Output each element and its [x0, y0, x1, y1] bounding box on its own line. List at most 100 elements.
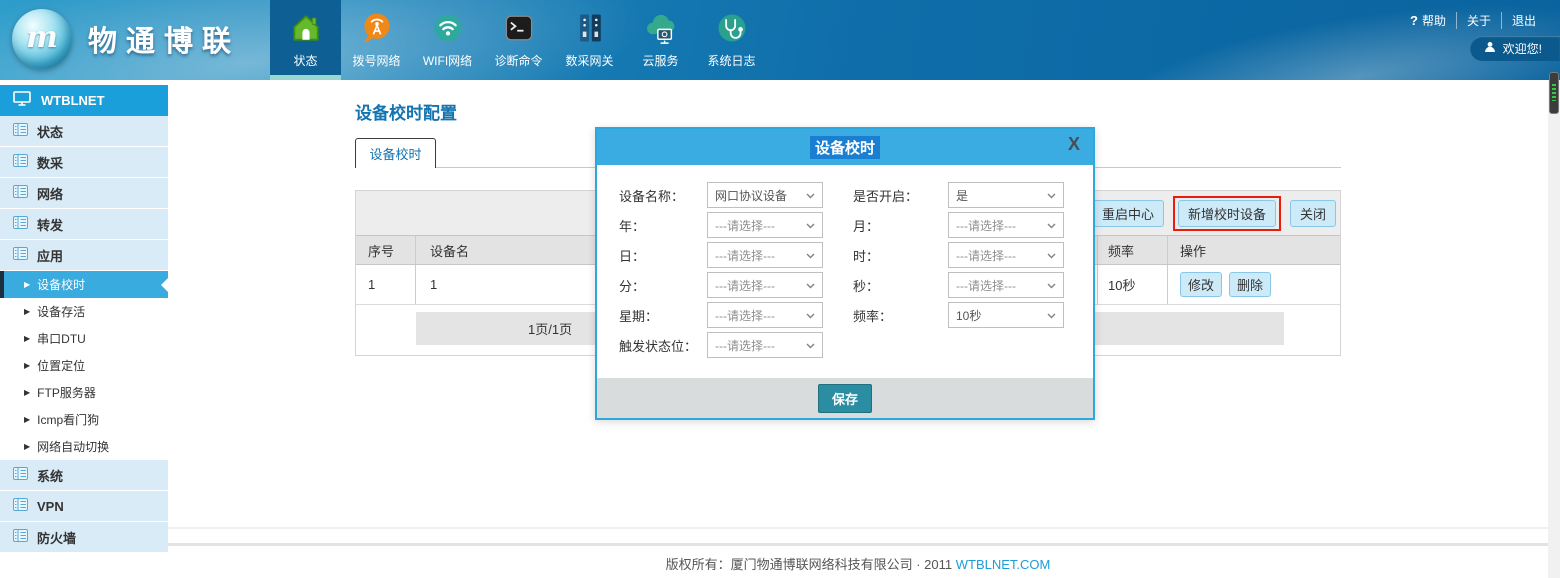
- sidebar-item-data-collection[interactable]: 数采: [0, 147, 168, 178]
- scrollbar-thumb[interactable]: [1549, 72, 1559, 114]
- restart-center-button[interactable]: 重启中心: [1092, 200, 1164, 227]
- sidebar-item-firewall[interactable]: 防火墙: [0, 522, 168, 553]
- nav-item-system-log[interactable]: 系统日志: [696, 0, 767, 80]
- gateway-icon: [570, 8, 610, 48]
- triangle-marker-icon: ▶: [24, 388, 30, 397]
- day-select[interactable]: ---请选择---: [707, 242, 823, 268]
- sidebar-item-system[interactable]: 系统: [0, 460, 168, 491]
- wifi-icon: [428, 8, 468, 48]
- nav-label: 拨号网络: [352, 52, 400, 69]
- select-value: ---请选择---: [956, 277, 1016, 294]
- list-icon: [13, 247, 28, 263]
- list-icon: [13, 123, 28, 139]
- sidebar-sub-label: FTP服务器: [37, 384, 96, 401]
- nav-item-diagnostic-command[interactable]: 诊断命令: [483, 0, 554, 80]
- close-panel-button[interactable]: 关闭: [1290, 200, 1336, 227]
- help-link[interactable]: ? 帮助: [1400, 12, 1456, 29]
- chevron-down-icon: [806, 338, 815, 352]
- scrollbar-thumb-stripes: [1552, 84, 1556, 101]
- user-icon: [1484, 41, 1496, 56]
- sidebar-item-serial-dtu[interactable]: ▶ 串口DTU: [0, 325, 168, 352]
- welcome-badge[interactable]: 欢迎您!: [1470, 36, 1560, 61]
- year-select[interactable]: ---请选择---: [707, 212, 823, 238]
- dial-network-icon: [357, 8, 397, 48]
- enable-label: 是否开启：: [823, 186, 948, 205]
- triangle-marker-icon: ▶: [24, 415, 30, 424]
- nav-item-wifi-network[interactable]: WIFI网络: [412, 0, 483, 80]
- nav-label: 状态: [293, 52, 317, 69]
- modify-button[interactable]: 修改: [1180, 272, 1222, 297]
- dialog-header[interactable]: 设备校时 X: [597, 129, 1093, 165]
- sidebar-item-label: 状态: [37, 122, 63, 141]
- monitor-icon: [13, 91, 31, 110]
- copyright-text: 版权所有：厦门物通博联网络科技有限公司 · 2011: [666, 557, 953, 572]
- hour-select[interactable]: ---请选择---: [948, 242, 1064, 268]
- sidebar-item-status[interactable]: 状态: [0, 116, 168, 147]
- nav-item-cloud-service[interactable]: 云服务: [625, 0, 696, 80]
- about-link[interactable]: 关于: [1456, 12, 1501, 29]
- nav-item-dial-network[interactable]: 拨号网络: [341, 0, 412, 80]
- enable-select[interactable]: 是: [948, 182, 1064, 208]
- chevron-down-icon: [806, 308, 815, 322]
- triangle-marker-icon: ▶: [24, 280, 30, 289]
- select-value: 网口协议设备: [715, 187, 787, 204]
- top-nav: 状态 拨号网络: [270, 0, 767, 80]
- sidebar-item-label: 系统: [37, 466, 63, 485]
- col-header-index: 序号: [356, 236, 416, 264]
- list-icon: [13, 216, 28, 232]
- sidebar-item-icmp-watchdog[interactable]: ▶ Icmp看门狗: [0, 406, 168, 433]
- delete-button[interactable]: 删除: [1229, 272, 1271, 297]
- scrollbar-track[interactable]: [1548, 80, 1560, 578]
- sidebar-item-network[interactable]: 网络: [0, 178, 168, 209]
- nav-item-data-gateway[interactable]: 数采网关: [554, 0, 625, 80]
- chevron-down-icon: [806, 278, 815, 292]
- sidebar-item-device-alive[interactable]: ▶ 设备存活: [0, 298, 168, 325]
- select-value: ---请选择---: [715, 307, 775, 324]
- cloud-icon: [641, 8, 681, 48]
- select-value: ---请选择---: [956, 247, 1016, 264]
- sidebar-item-label: 应用: [37, 246, 63, 265]
- sidebar-sub-label: Icmp看门狗: [37, 411, 99, 428]
- sidebar-item-forwarding[interactable]: 转发: [0, 209, 168, 240]
- sidebar-item-location[interactable]: ▶ 位置定位: [0, 352, 168, 379]
- tab-device-timing[interactable]: 设备校时: [355, 138, 436, 168]
- cell-action: 修改 删除: [1168, 265, 1340, 304]
- select-value: 是: [956, 187, 968, 204]
- footer-link[interactable]: WTBLNET.COM: [956, 557, 1051, 572]
- frequency-select[interactable]: 10秒: [948, 302, 1064, 328]
- sidebar-title: WTBLNET: [41, 93, 105, 108]
- sidebar-item-device-timing[interactable]: ▶ 设备校时: [0, 271, 168, 298]
- minute-select[interactable]: ---请选择---: [707, 272, 823, 298]
- trigger-status-select[interactable]: ---请选择---: [707, 332, 823, 358]
- top-header: m 物通博联 状态: [0, 0, 1560, 80]
- chevron-down-icon: [806, 218, 815, 232]
- frequency-label: 频率：: [823, 306, 948, 325]
- sidebar-item-vpn[interactable]: VPN: [0, 491, 168, 522]
- close-icon[interactable]: X: [1068, 134, 1080, 155]
- chevron-down-icon: [1047, 188, 1056, 202]
- select-value: ---请选择---: [715, 337, 775, 354]
- add-timing-device-button[interactable]: 新增校时设备: [1178, 200, 1276, 227]
- logo-m-glyph: m: [26, 20, 58, 55]
- content-divider: [168, 527, 1548, 529]
- device-name-select[interactable]: 网口协议设备: [707, 182, 823, 208]
- sidebar-item-application[interactable]: 应用: [0, 240, 168, 271]
- dialog-form: 设备名称： 网口协议设备 是否开启： 是 年： ---请选择--- 月： ---…: [619, 182, 1065, 358]
- nav-item-status[interactable]: 状态: [270, 0, 341, 80]
- logout-link[interactable]: 退出: [1501, 12, 1546, 29]
- sidebar-sub-label: 设备校时: [37, 276, 85, 293]
- week-select[interactable]: ---请选择---: [707, 302, 823, 328]
- nav-label: 云服务: [642, 52, 678, 69]
- home-icon: [286, 8, 326, 48]
- sidebar-item-ftp-server[interactable]: ▶ FTP服务器: [0, 379, 168, 406]
- second-select[interactable]: ---请选择---: [948, 272, 1064, 298]
- chevron-down-icon: [1047, 278, 1056, 292]
- help-label: 帮助: [1422, 12, 1446, 29]
- globe-logo-icon: m: [12, 9, 72, 69]
- month-select[interactable]: ---请选择---: [948, 212, 1064, 238]
- sidebar-item-network-auto-switch[interactable]: ▶ 网络自动切换: [0, 433, 168, 460]
- list-icon: [13, 498, 28, 514]
- sidebar-item-label: VPN: [37, 499, 64, 514]
- chevron-down-icon: [1047, 218, 1056, 232]
- save-button[interactable]: 保存: [818, 384, 872, 413]
